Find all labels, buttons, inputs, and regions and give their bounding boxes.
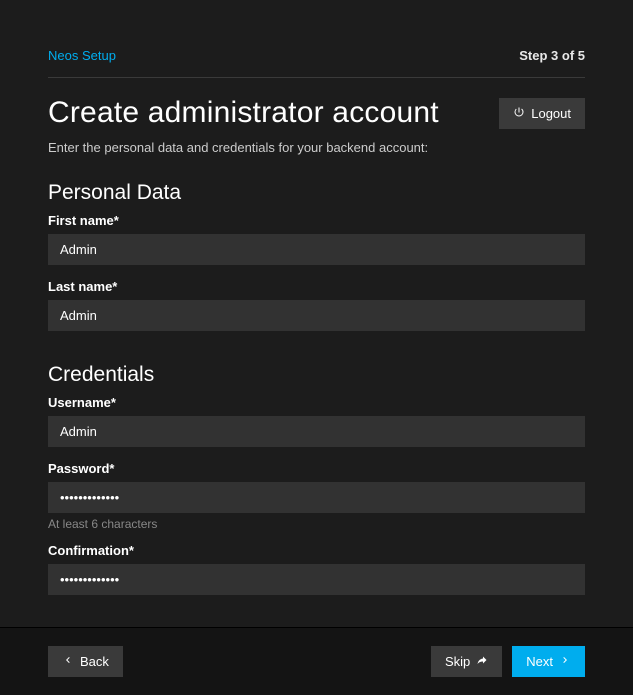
header-row: Neos Setup Step 3 of 5 bbox=[48, 0, 585, 78]
skip-label: Skip bbox=[445, 654, 470, 669]
skip-button[interactable]: Skip bbox=[431, 646, 502, 677]
footer-bar: Back Skip Next bbox=[0, 627, 633, 695]
chevron-right-icon bbox=[559, 654, 571, 669]
first-name-field[interactable] bbox=[48, 234, 585, 265]
next-label: Next bbox=[526, 654, 553, 669]
credentials-heading: Credentials bbox=[48, 363, 585, 387]
username-field[interactable] bbox=[48, 416, 585, 447]
credentials-section: Credentials Username* Password* At least… bbox=[48, 363, 585, 609]
logout-label: Logout bbox=[531, 106, 571, 121]
chevron-left-icon bbox=[62, 654, 74, 669]
back-button[interactable]: Back bbox=[48, 646, 123, 677]
breadcrumb[interactable]: Neos Setup bbox=[48, 48, 116, 63]
personal-data-section: Personal Data First name* Last name* bbox=[48, 181, 585, 345]
first-name-label: First name* bbox=[48, 213, 585, 228]
personal-heading: Personal Data bbox=[48, 181, 585, 205]
step-indicator: Step 3 of 5 bbox=[519, 48, 585, 63]
back-label: Back bbox=[80, 654, 109, 669]
page-title: Create administrator account bbox=[48, 96, 439, 130]
last-name-field[interactable] bbox=[48, 300, 585, 331]
page-subtitle: Enter the personal data and credentials … bbox=[48, 140, 585, 155]
password-label: Password* bbox=[48, 461, 585, 476]
confirmation-field[interactable] bbox=[48, 564, 585, 595]
password-helper: At least 6 characters bbox=[48, 517, 585, 531]
power-icon bbox=[513, 106, 525, 121]
password-field[interactable] bbox=[48, 482, 585, 513]
share-icon bbox=[476, 654, 488, 669]
logout-button[interactable]: Logout bbox=[499, 98, 585, 129]
confirmation-label: Confirmation* bbox=[48, 543, 585, 558]
next-button[interactable]: Next bbox=[512, 646, 585, 677]
last-name-label: Last name* bbox=[48, 279, 585, 294]
username-label: Username* bbox=[48, 395, 585, 410]
